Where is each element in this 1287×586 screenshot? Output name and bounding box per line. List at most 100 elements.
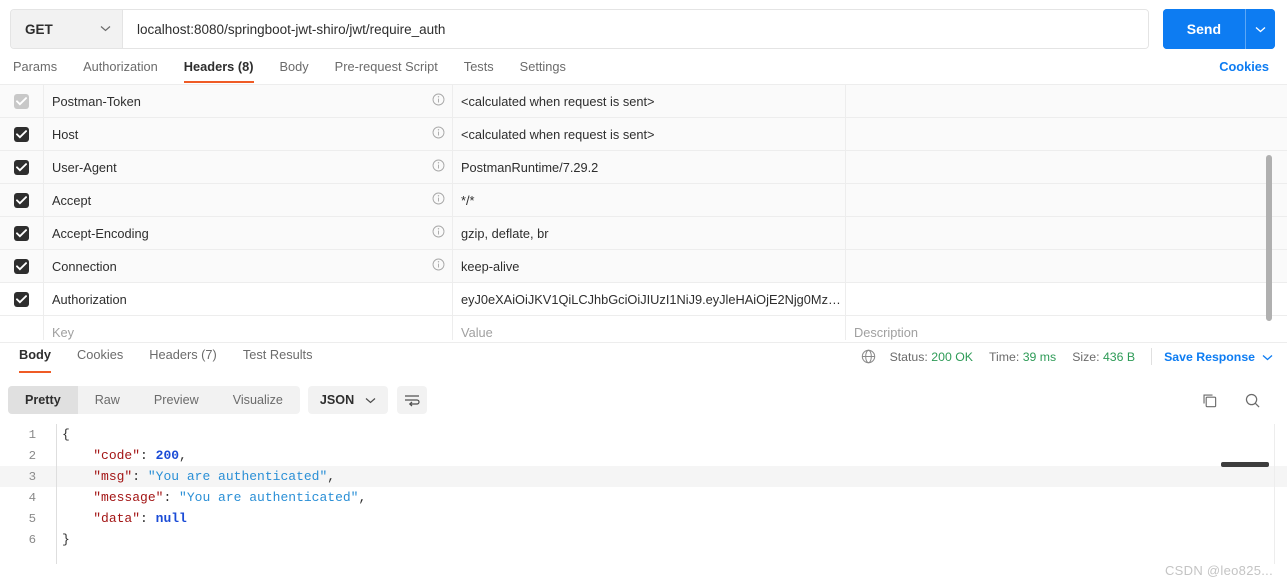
tab-settings[interactable]: Settings bbox=[520, 58, 566, 83]
header-value-cell[interactable]: <calculated when request is sent> bbox=[453, 118, 846, 150]
header-key-cell[interactable]: User-Agent bbox=[44, 151, 453, 183]
code-line: 5 "data": null bbox=[0, 508, 1287, 529]
headers-new-row[interactable]: Key Value Description bbox=[0, 316, 1287, 340]
header-value-cell[interactable]: */* bbox=[453, 184, 846, 216]
view-mode-visualize[interactable]: Visualize bbox=[216, 386, 300, 414]
header-description-cell[interactable] bbox=[846, 283, 1287, 315]
header-key-text: Connection bbox=[52, 258, 117, 274]
cookies-link[interactable]: Cookies bbox=[1219, 59, 1269, 74]
header-key-cell[interactable]: Host bbox=[44, 118, 453, 150]
header-description-cell[interactable] bbox=[846, 217, 1287, 249]
checkbox-checked-icon[interactable] bbox=[14, 93, 29, 109]
header-key-cell[interactable]: Authorization bbox=[44, 283, 453, 315]
table-row[interactable]: User-Agent PostmanRuntime/7.29.2 bbox=[0, 151, 1287, 184]
code-text: } bbox=[62, 532, 70, 547]
copy-icon[interactable] bbox=[1201, 392, 1218, 409]
info-icon[interactable] bbox=[432, 192, 445, 208]
header-value-text: PostmanRuntime/7.29.2 bbox=[461, 159, 599, 175]
info-icon[interactable] bbox=[432, 126, 445, 142]
send-button[interactable]: Send bbox=[1162, 9, 1245, 49]
line-number: 2 bbox=[28, 448, 36, 463]
checkbox-checked-icon[interactable] bbox=[14, 225, 29, 241]
header-value-cell[interactable]: <calculated when request is sent> bbox=[453, 85, 846, 117]
chevron-down-icon bbox=[100, 24, 111, 35]
header-key-cell[interactable]: Accept bbox=[44, 184, 453, 216]
row-checkbox-cell bbox=[0, 184, 44, 216]
view-mode-raw[interactable]: Raw bbox=[78, 386, 137, 414]
tab-authorization[interactable]: Authorization bbox=[83, 58, 158, 83]
tab-params[interactable]: Params bbox=[13, 58, 57, 83]
send-options-chevron-down-icon[interactable] bbox=[1245, 9, 1275, 49]
response-tab-headers[interactable]: Headers (7) bbox=[149, 343, 217, 373]
table-row[interactable]: Authorization eyJ0eXAiOiJKV1QiLCJhbGciOiJ… bbox=[0, 283, 1287, 316]
header-key-text: Authorization bbox=[52, 291, 127, 307]
code-horizontal-scrollbar[interactable] bbox=[1221, 462, 1269, 467]
info-icon[interactable] bbox=[432, 258, 445, 274]
response-format-select[interactable]: JSON bbox=[307, 386, 389, 414]
tab-tests[interactable]: Tests bbox=[464, 58, 494, 83]
response-tab-cookies[interactable]: Cookies bbox=[77, 343, 123, 373]
status-divider bbox=[1151, 348, 1153, 365]
table-row[interactable]: Postman-Token <calculated when request is… bbox=[0, 85, 1287, 118]
code-line: 4 "message": "You are authenticated", bbox=[0, 487, 1287, 508]
search-icon[interactable] bbox=[1244, 392, 1261, 409]
chevron-down-icon bbox=[365, 393, 376, 407]
new-key-input[interactable]: Key bbox=[44, 316, 453, 340]
wrap-lines-icon[interactable] bbox=[397, 386, 428, 414]
new-value-input[interactable]: Value bbox=[453, 316, 846, 340]
view-mode-pretty[interactable]: Pretty bbox=[8, 386, 78, 414]
line-number: 5 bbox=[28, 511, 36, 526]
checkbox-checked-icon[interactable] bbox=[14, 192, 29, 208]
header-value-text: */* bbox=[461, 192, 475, 208]
row-checkbox-cell bbox=[0, 85, 44, 117]
header-value-cell[interactable]: PostmanRuntime/7.29.2 bbox=[453, 151, 846, 183]
table-row[interactable]: Host <calculated when request is sent> bbox=[0, 118, 1287, 151]
response-time: Time: 39 ms bbox=[988, 349, 1057, 364]
new-row-checkbox-cell bbox=[0, 316, 44, 340]
view-mode-preview[interactable]: Preview bbox=[137, 386, 216, 414]
header-key-cell[interactable]: Postman-Token bbox=[44, 85, 453, 117]
code-line: 2 "code": 200, bbox=[0, 445, 1287, 466]
line-number: 1 bbox=[28, 427, 36, 442]
code-text: "message": "You are authenticated", bbox=[93, 490, 367, 505]
header-key-cell[interactable]: Connection bbox=[44, 250, 453, 282]
row-checkbox-cell bbox=[0, 151, 44, 183]
response-body-code[interactable]: 1{2 "code": 200, 3 "msg": "You are authen… bbox=[0, 424, 1287, 586]
headers-vertical-scrollbar[interactable] bbox=[1266, 155, 1272, 321]
new-description-input[interactable]: Description bbox=[846, 316, 1287, 340]
table-row[interactable]: Accept-Encoding gzip, deflate, br bbox=[0, 217, 1287, 250]
table-row[interactable]: Connection keep-alive bbox=[0, 250, 1287, 283]
header-description-cell[interactable] bbox=[846, 151, 1287, 183]
header-key-text: Accept-Encoding bbox=[52, 225, 149, 241]
header-description-cell[interactable] bbox=[846, 184, 1287, 216]
header-description-cell[interactable] bbox=[846, 118, 1287, 150]
header-value-cell[interactable]: eyJ0eXAiOiJKV1QiLCJhbGciOiJIUzI1NiJ9.eyJ… bbox=[453, 283, 846, 315]
http-method-select[interactable]: GET bbox=[11, 10, 123, 48]
header-key-cell[interactable]: Accept-Encoding bbox=[44, 217, 453, 249]
postman-window: GET localhost:8080/springboot-jwt-shiro/… bbox=[0, 0, 1287, 586]
header-key-text: Accept bbox=[52, 192, 92, 208]
checkbox-checked-icon[interactable] bbox=[14, 159, 29, 175]
row-checkbox-cell bbox=[0, 283, 44, 315]
header-description-cell[interactable] bbox=[846, 250, 1287, 282]
info-icon[interactable] bbox=[432, 159, 445, 175]
code-text: "msg": "You are authenticated", bbox=[93, 469, 336, 484]
tab-pre-request-script[interactable]: Pre-request Script bbox=[335, 58, 438, 83]
header-value-cell[interactable]: gzip, deflate, br bbox=[453, 217, 846, 249]
info-icon[interactable] bbox=[432, 93, 445, 109]
checkbox-checked-icon[interactable] bbox=[14, 291, 29, 307]
code-text: "data": null bbox=[93, 511, 187, 526]
response-tab-test-results[interactable]: Test Results bbox=[243, 343, 313, 373]
tab-body[interactable]: Body bbox=[280, 58, 309, 83]
tab-headers[interactable]: Headers (8) bbox=[183, 58, 254, 83]
code-right-rail bbox=[1274, 424, 1275, 564]
table-row[interactable]: Accept */* bbox=[0, 184, 1287, 217]
response-tab-body[interactable]: Body bbox=[19, 343, 51, 373]
checkbox-checked-icon[interactable] bbox=[14, 126, 29, 142]
info-icon[interactable] bbox=[432, 225, 445, 241]
request-url-input[interactable]: localhost:8080/springboot-jwt-shiro/jwt/… bbox=[123, 10, 1148, 48]
header-description-cell[interactable] bbox=[846, 85, 1287, 117]
checkbox-checked-icon[interactable] bbox=[14, 258, 29, 274]
header-value-cell[interactable]: keep-alive bbox=[453, 250, 846, 282]
save-response-button[interactable]: Save Response bbox=[1164, 350, 1273, 364]
